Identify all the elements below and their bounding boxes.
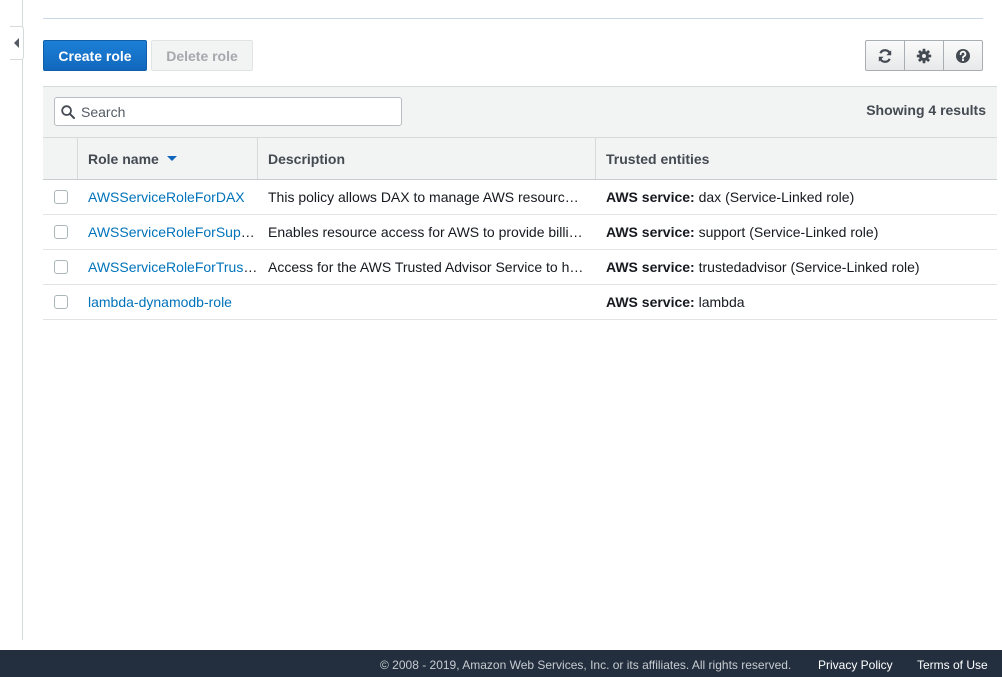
trust-label: AWS service: <box>606 224 695 240</box>
table-header: Role name Description Trusted entities <box>43 138 997 180</box>
trust-service: lambda <box>698 294 745 310</box>
table-body: AWSServiceRoleForDAX This policy allows … <box>43 180 997 320</box>
column-header-label: Trusted entities <box>606 150 710 167</box>
row-select-cell <box>43 190 78 204</box>
row-select-cell <box>43 260 78 274</box>
search-icon <box>61 104 75 119</box>
help-button[interactable] <box>944 41 982 70</box>
header-select-cell <box>43 138 78 179</box>
trust-service: support <box>698 224 746 240</box>
roles-table-panel: Showing 4 results Role name Description … <box>43 86 997 320</box>
privacy-policy-link[interactable]: Privacy Policy <box>818 658 893 672</box>
trusted-entity: AWS service: trustedadvisor (Service-Lin… <box>596 259 997 275</box>
table-toolbar: Showing 4 results <box>43 87 997 138</box>
table-row: lambda-dynamodb-role AWS service: lambda <box>43 285 997 320</box>
refresh-icon <box>878 48 892 63</box>
row-checkbox[interactable] <box>53 295 68 309</box>
sort-descending-icon <box>166 156 177 161</box>
column-header-label: Role name <box>88 150 159 167</box>
row-checkbox[interactable] <box>53 225 68 239</box>
table-row: AWSServiceRoleForDAX This policy allows … <box>43 180 997 215</box>
help-icon <box>956 48 970 63</box>
table-actions-group <box>865 40 983 71</box>
table-row: AWSServiceRoleForSupport Enables resourc… <box>43 215 997 250</box>
trusted-entity: AWS service: dax (Service-Linked role) <box>596 189 997 205</box>
results-count: Showing 4 results <box>866 102 986 118</box>
role-description: Access for the AWS Trusted Advisor Servi… <box>268 259 596 275</box>
trusted-entity: AWS service: support (Service-Linked rol… <box>596 224 997 240</box>
row-checkbox[interactable] <box>53 190 68 204</box>
table-row: AWSServiceRoleForTrustedAdvisor Access f… <box>43 250 997 285</box>
row-checkbox[interactable] <box>53 260 68 274</box>
role-name-link[interactable]: AWSServiceRoleForDAX <box>88 189 245 205</box>
nav-collapse-toggle[interactable] <box>10 26 24 60</box>
role-name-link[interactable]: AWSServiceRoleForSupport <box>88 224 258 240</box>
column-header-role-name[interactable]: Role name <box>78 138 258 179</box>
row-select-cell <box>43 225 78 239</box>
trust-label: AWS service: <box>606 294 695 310</box>
role-description: This policy allows DAX to manage AWS res… <box>268 189 596 205</box>
trust-label: AWS service: <box>606 189 695 205</box>
chevron-left-icon <box>14 38 19 48</box>
copyright-text: © 2008 - 2019, Amazon Web Services, Inc.… <box>380 658 792 672</box>
page-footer: © 2008 - 2019, Amazon Web Services, Inc.… <box>0 650 1002 677</box>
service-linked-tag: (Service-Linked role) <box>725 189 855 205</box>
trust-service: trustedadvisor <box>698 259 787 275</box>
terms-of-use-link[interactable]: Terms of Use <box>917 658 988 672</box>
settings-button[interactable] <box>905 41 944 70</box>
role-description: Enables resource access for AWS to provi… <box>268 224 596 240</box>
trusted-entity: AWS service: lambda <box>596 294 997 310</box>
delete-role-button: Delete role <box>151 40 253 71</box>
side-nav-rail <box>0 0 24 640</box>
refresh-button[interactable] <box>866 41 905 70</box>
gear-icon <box>916 48 932 63</box>
top-divider <box>43 18 983 19</box>
role-name-link[interactable]: AWSServiceRoleForTrustedAdvisor <box>88 259 258 275</box>
column-header-description[interactable]: Description <box>258 138 596 179</box>
trust-label: AWS service: <box>606 259 695 275</box>
search-box[interactable] <box>54 97 402 126</box>
service-linked-tag: (Service-Linked role) <box>749 224 879 240</box>
column-header-trusted-entities[interactable]: Trusted entities <box>596 138 997 179</box>
service-linked-tag: (Service-Linked role) <box>790 259 920 275</box>
role-name-link[interactable]: lambda-dynamodb-role <box>88 294 232 310</box>
create-role-button[interactable]: Create role <box>43 40 147 71</box>
trust-service: dax <box>698 189 722 205</box>
search-input[interactable] <box>79 102 383 121</box>
row-select-cell <box>43 295 78 309</box>
column-header-label: Description <box>268 150 346 167</box>
